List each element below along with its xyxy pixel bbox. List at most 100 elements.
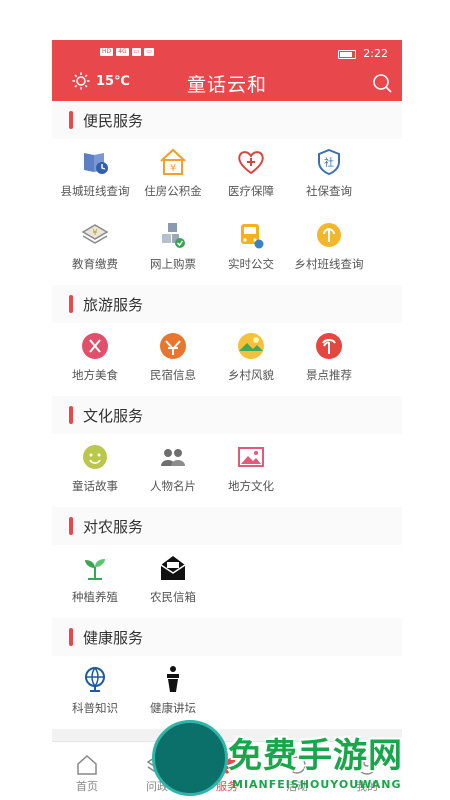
service-label: 医疗保障	[228, 184, 274, 198]
4g-badge: 4G	[116, 48, 129, 56]
bus-schedule-icon	[84, 153, 108, 174]
service-education-payment[interactable]: ¥ 教育缴费	[56, 212, 134, 285]
service-online-ticket[interactable]: 网上购票	[134, 212, 212, 285]
service-label: 科普知识	[72, 701, 118, 715]
section-marker	[69, 517, 73, 535]
section-culture: 文化服务 童话故事 人物名片 地方文化	[52, 396, 402, 507]
service-farmer-mailbox[interactable]: 农民信箱	[134, 545, 212, 618]
service-label: 人物名片	[150, 479, 196, 493]
sprout-icon	[85, 559, 105, 580]
food-icon	[82, 333, 108, 359]
section-health: 健康服务 科普知识 健康讲坛	[52, 618, 402, 729]
section-header: 旅游服务	[52, 285, 402, 323]
tab-label: 首页	[76, 780, 98, 793]
section-title: 对农服务	[83, 517, 144, 536]
section-title: 健康服务	[83, 628, 144, 647]
svg-text:¥: ¥	[92, 228, 97, 237]
ticket-icon	[162, 223, 185, 248]
section-agriculture: 对农服务 种植养殖 农民信箱	[52, 507, 402, 618]
service-label: 实时公交	[228, 257, 274, 271]
svg-text:¥: ¥	[170, 163, 176, 174]
social-security-icon: 社	[318, 148, 340, 176]
service-medical[interactable]: 医疗保障	[212, 139, 290, 212]
homestay-icon	[160, 333, 186, 359]
watermark-title: 免费手游网	[228, 736, 403, 776]
service-homestay[interactable]: 民宿信息	[134, 323, 212, 396]
service-label: 童话故事	[72, 479, 118, 493]
housing-fund-icon: ¥	[160, 148, 186, 175]
service-housing-fund[interactable]: ¥ 住房公积金	[134, 139, 212, 212]
svg-text:社: 社	[324, 156, 334, 169]
service-label: 社保查询	[306, 184, 352, 198]
service-label: 健康讲坛	[150, 701, 196, 715]
service-village-scenery[interactable]: 乡村风貌	[212, 323, 290, 396]
section-header: 对农服务	[52, 507, 402, 545]
medical-icon	[238, 151, 264, 175]
service-label: 县城班线查询	[60, 184, 130, 198]
section-header: 便民服务	[52, 101, 402, 139]
service-label: 乡村班线查询	[294, 257, 364, 271]
service-bus-schedule[interactable]: 县城班线查询	[56, 139, 134, 212]
service-label: 地方文化	[228, 479, 274, 493]
service-label: 地方美食	[72, 368, 118, 382]
network-indicators: HD 4G ▭ ▭	[100, 48, 154, 56]
tab-home[interactable]: 首页	[52, 742, 122, 800]
section-title: 旅游服务	[83, 295, 144, 314]
service-label: 网上购票	[150, 257, 196, 271]
app-header: HD 4G ▭ ▭ 2:22 15℃ 童话云和	[52, 40, 402, 101]
wifi-badge: ▭	[144, 48, 154, 56]
globe-icon	[85, 667, 105, 692]
section-marker	[69, 628, 73, 646]
section-convenience: 便民服务 县城班线查询 ¥ 住房公积金 医疗保障 社 社保查询 ¥ 教育缴费 网…	[52, 101, 402, 285]
watermark-subtitle: MIANFEISHOUYOUWANG	[232, 778, 402, 791]
service-village-bus[interactable]: 乡村班线查询	[290, 212, 368, 285]
watermark: 免费手游网 MIANFEISHOUYOUWANG	[152, 720, 450, 800]
section-header: 健康服务	[52, 618, 402, 656]
section-marker	[69, 295, 73, 313]
service-science-knowledge[interactable]: 科普知识	[56, 656, 134, 729]
service-planting[interactable]: 种植养殖	[56, 545, 134, 618]
lectern-icon	[167, 666, 179, 692]
status-time: 2:22	[363, 47, 388, 60]
section-marker	[69, 111, 73, 129]
service-scenic-spots[interactable]: 景点推荐	[290, 323, 368, 396]
picture-icon	[238, 447, 264, 467]
signal-badge: ▭	[131, 48, 142, 56]
village-bus-icon	[317, 223, 341, 247]
bus-icon	[241, 224, 264, 249]
home-icon	[77, 754, 97, 775]
service-people-cards[interactable]: 人物名片	[134, 434, 212, 507]
service-local-culture[interactable]: 地方文化	[212, 434, 290, 507]
service-label: 种植养殖	[72, 590, 118, 604]
service-social-security[interactable]: 社 社保查询	[290, 139, 368, 212]
service-label: 乡村风貌	[228, 368, 274, 382]
search-icon[interactable]	[372, 73, 392, 93]
watermark-logo	[152, 720, 228, 796]
scenic-spot-icon	[316, 333, 342, 359]
service-label: 教育缴费	[72, 257, 118, 271]
landscape-icon	[238, 333, 264, 359]
service-realtime-bus[interactable]: 实时公交	[212, 212, 290, 285]
service-label: 民宿信息	[150, 368, 196, 382]
app-title: 童话云和	[186, 74, 267, 96]
battery-icon	[338, 50, 356, 59]
status-bar: HD 4G ▭ ▭ 2:22	[52, 46, 402, 62]
service-label: 景点推荐	[306, 368, 352, 382]
service-label: 农民信箱	[150, 590, 196, 604]
section-title: 文化服务	[83, 406, 144, 425]
section-title: 便民服务	[83, 111, 144, 130]
service-health-forum[interactable]: 健康讲坛	[134, 656, 212, 729]
education-payment-icon: ¥	[81, 224, 109, 244]
service-list: 便民服务 县城班线查询 ¥ 住房公积金 医疗保障 社 社保查询 ¥ 教育缴费 网…	[52, 101, 402, 741]
section-header: 文化服务	[52, 396, 402, 434]
mailbox-icon	[160, 556, 186, 580]
people-icon	[161, 449, 185, 466]
fairy-tale-icon	[83, 445, 107, 469]
section-tourism: 旅游服务 地方美食 民宿信息 乡村风貌 景点推荐	[52, 285, 402, 396]
service-fairy-tales[interactable]: 童话故事	[56, 434, 134, 507]
service-local-food[interactable]: 地方美食	[56, 323, 134, 396]
section-marker	[69, 406, 73, 424]
hd-badge: HD	[100, 48, 114, 56]
phone-screen: HD 4G ▭ ▭ 2:22 15℃ 童话云和 便民服务 县城班线查询 ¥ 住房…	[52, 40, 402, 800]
service-label: 住房公积金	[144, 184, 202, 198]
